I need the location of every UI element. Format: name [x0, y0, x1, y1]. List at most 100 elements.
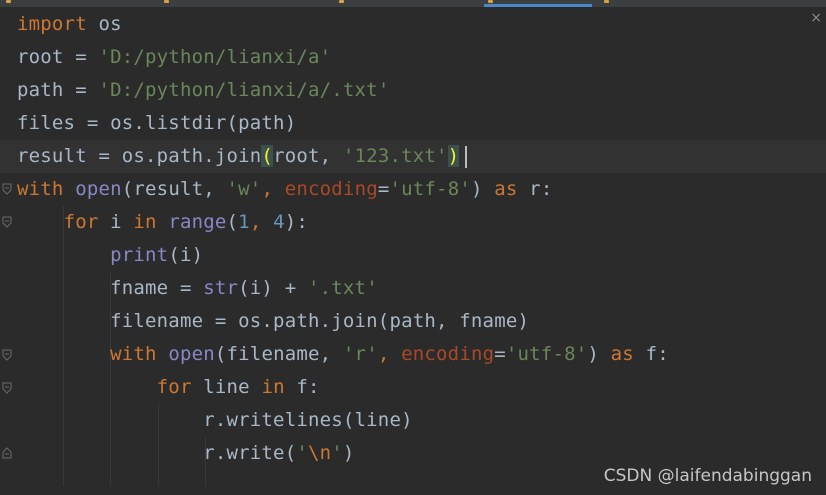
code-token: ' — [331, 442, 343, 464]
code-token: files = os.listdir(path) — [17, 112, 297, 134]
editor-tab-active[interactable] — [484, 0, 592, 7]
code-token: 1 — [238, 211, 250, 233]
code-token: for — [63, 211, 99, 233]
code-token: as — [494, 178, 518, 200]
code-token: (result, — [121, 178, 227, 200]
code-token: = — [377, 178, 390, 200]
code-line-current[interactable]: result = os.path.join(root, '123.txt') — [0, 140, 826, 173]
code-line[interactable]: r.write('\n') — [17, 437, 355, 470]
code-token: result = os.path.join — [17, 145, 262, 167]
code-line[interactable]: with open(result, 'w', encoding='utf-8')… — [17, 173, 552, 206]
code-token: with — [110, 343, 157, 365]
code-token: = — [494, 343, 506, 365]
python-file-icon — [604, 0, 609, 3]
fold-marker-icon[interactable] — [2, 216, 12, 228]
editor-tab-bar — [0, 0, 826, 7]
code-token: r.writelines(line) — [17, 409, 413, 431]
editor-gutter — [0, 7, 14, 495]
code-line[interactable]: files = os.listdir(path) — [17, 107, 296, 140]
fold-end-marker-icon[interactable] — [2, 447, 12, 459]
code-token: \n — [307, 442, 332, 464]
code-line[interactable]: for i in range(1, 4): — [17, 206, 308, 239]
code-token: root, — [273, 145, 343, 167]
code-line[interactable]: import os — [17, 8, 122, 41]
code-token: import — [17, 13, 87, 35]
code-token: 'D:/python/lianxi/a' — [98, 46, 332, 68]
code-line[interactable]: fname = str(i) + '.txt' — [17, 272, 378, 305]
code-line[interactable]: print(i) — [17, 239, 203, 272]
code-token: 'w' — [226, 178, 262, 200]
code-token: as — [610, 343, 634, 365]
code-token: i — [98, 211, 134, 233]
editor-tab[interactable] — [160, 0, 280, 5]
code-token: ) — [587, 343, 611, 365]
active-tab-indicator — [484, 4, 592, 7]
code-line[interactable]: with open(filename, 'r', encoding='utf-8… — [17, 338, 669, 371]
code-token: r: — [517, 178, 553, 200]
code-token: ( — [226, 211, 239, 233]
code-token: '.txt' — [308, 277, 378, 299]
code-token: , — [249, 211, 274, 233]
code-token: ) — [447, 145, 460, 167]
code-token: in — [133, 211, 157, 233]
code-token: f: — [633, 343, 669, 365]
code-token: filename = os.path.join(path, fname) — [17, 310, 530, 332]
code-token: ): — [284, 211, 309, 233]
code-token: open — [75, 178, 122, 200]
close-icon[interactable]: × — [810, 10, 822, 26]
code-token: (filename, — [214, 343, 343, 365]
fold-marker-icon[interactable] — [2, 382, 12, 394]
code-line[interactable]: path = 'D:/python/lianxi/a/.txt' — [17, 74, 389, 107]
code-token: str — [203, 277, 239, 299]
code-token: 'D:/python/lianxi/a/.txt' — [98, 79, 390, 101]
code-token: root = — [17, 46, 99, 68]
python-file-icon — [6, 0, 11, 3]
python-file-icon — [164, 0, 169, 3]
code-token: (i) — [168, 244, 204, 266]
code-token: 'r' — [342, 343, 378, 365]
code-token: ( — [261, 145, 274, 167]
code-token: , — [377, 343, 402, 365]
code-token: for — [156, 376, 192, 398]
python-file-icon — [488, 0, 493, 3]
code-token: ) — [470, 178, 495, 200]
code-token: fname = — [17, 277, 204, 299]
code-token: 4 — [273, 211, 285, 233]
python-file-icon — [339, 0, 344, 3]
code-line[interactable]: filename = os.path.join(path, fname) — [17, 305, 529, 338]
text-caret — [465, 145, 468, 168]
fold-marker-icon[interactable] — [2, 183, 12, 195]
code-token: path = — [17, 79, 99, 101]
code-token: (i) + — [238, 277, 308, 299]
code-token: r.write( — [17, 442, 297, 464]
code-token: open — [168, 343, 215, 365]
code-token: with — [17, 178, 64, 200]
code-token: '123.txt' — [342, 145, 448, 167]
code-token: , — [261, 178, 285, 200]
code-token: ' — [296, 442, 308, 464]
editor-tab[interactable] — [600, 0, 700, 5]
watermark: CSDN @laifendabinggan — [603, 466, 812, 486]
code-token: range — [168, 211, 227, 233]
editor-tab[interactable] — [2, 0, 62, 5]
fold-marker-icon[interactable] — [2, 349, 12, 361]
code-line[interactable]: root = 'D:/python/lianxi/a' — [17, 41, 331, 74]
code-line[interactable]: r.writelines(line) — [17, 404, 413, 437]
code-token: os — [86, 13, 122, 35]
code-token: ) — [342, 442, 355, 464]
code-token: encoding — [284, 178, 378, 200]
editor-tab[interactable] — [335, 0, 465, 5]
code-token: in — [261, 376, 285, 398]
code-editor[interactable]: import os root = 'D:/python/lianxi/a' path… — [0, 8, 826, 495]
code-token: print — [110, 244, 169, 266]
code-token: line — [191, 376, 262, 398]
code-token: f: — [284, 376, 320, 398]
code-line[interactable]: for line in f: — [17, 371, 320, 404]
